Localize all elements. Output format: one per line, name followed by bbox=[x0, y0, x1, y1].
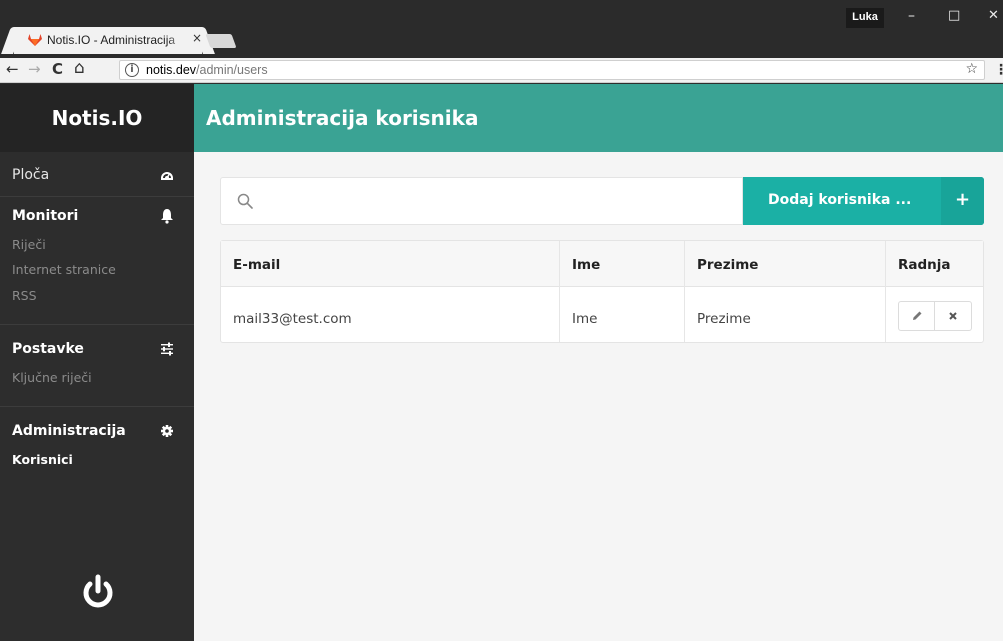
pencil-icon bbox=[913, 311, 922, 320]
sidebar-subitem-internet-stranice[interactable]: Internet stranice bbox=[12, 262, 116, 277]
sidebar-divider bbox=[0, 196, 194, 197]
main-content: Administracija korisnika Dodaj korisnika… bbox=[194, 84, 1003, 641]
info-icon[interactable]: i bbox=[125, 63, 139, 77]
sidebar-item-postavke[interactable]: Postavke bbox=[0, 338, 194, 362]
column-divider bbox=[885, 241, 886, 342]
url-host: notis.dev bbox=[146, 63, 197, 77]
minimize-icon[interactable]: – bbox=[908, 8, 915, 24]
address-bar[interactable]: i notis.dev/admin/users ☆ bbox=[119, 60, 985, 80]
browser-toolbar: ← → C ⌂ i notis.dev/admin/users ☆ bbox=[0, 58, 1003, 83]
row-actions bbox=[898, 301, 972, 331]
sidebar-item-label: Administracija bbox=[12, 423, 126, 439]
column-divider bbox=[684, 241, 685, 342]
bookmark-star-icon[interactable]: ☆ bbox=[965, 61, 978, 77]
column-header-email[interactable]: E-mail bbox=[233, 257, 280, 273]
sidebar-item-administracija[interactable]: Administracija bbox=[0, 420, 194, 444]
edit-button[interactable] bbox=[899, 302, 935, 330]
new-tab-button[interactable] bbox=[205, 34, 237, 48]
tab-close-icon[interactable]: × bbox=[192, 31, 202, 45]
search-box[interactable] bbox=[220, 177, 743, 225]
table-header: E-mail Ime Prezime Radnja bbox=[221, 241, 983, 287]
delete-button[interactable] bbox=[935, 302, 971, 330]
browser-menu-icon[interactable]: ⋮ bbox=[994, 62, 1003, 78]
sidebar-item-label: Monitori bbox=[12, 208, 79, 224]
page-title: Administracija korisnika bbox=[206, 106, 479, 130]
browser-tab[interactable]: Notis.IO - Administracija × bbox=[14, 27, 202, 54]
sidebar-item-monitori[interactable]: Monitori bbox=[0, 205, 194, 229]
sidebar-subitem-rijeci[interactable]: Riječi bbox=[12, 237, 46, 252]
column-header-prezime[interactable]: Prezime bbox=[697, 257, 758, 273]
users-table: E-mail Ime Prezime Radnja mail33@test.co… bbox=[220, 240, 984, 343]
close-window-icon[interactable]: ✕ bbox=[988, 8, 999, 23]
tab-title: Notis.IO - Administracija bbox=[47, 33, 187, 47]
brand-bar: Notis.IO bbox=[0, 84, 194, 152]
sidebar-subitem-korisnici[interactable]: Korisnici bbox=[12, 452, 73, 467]
brand-logo[interactable]: Notis.IO bbox=[0, 106, 194, 130]
sidebar-item-ploca[interactable]: Ploča bbox=[0, 164, 194, 188]
search-input[interactable] bbox=[265, 188, 735, 214]
url-text: notis.dev/admin/users bbox=[146, 63, 268, 77]
sidebar-subitem-rss[interactable]: RSS bbox=[12, 288, 37, 303]
dashboard-icon bbox=[161, 172, 173, 180]
gitlab-fox-icon bbox=[28, 34, 42, 46]
add-user-label: Dodaj korisnika ... bbox=[768, 192, 912, 208]
page-header: Administracija korisnika bbox=[194, 84, 1003, 152]
sliders-icon bbox=[161, 342, 173, 356]
sidebar-subitem-kljucne-rijeci[interactable]: Ključne riječi bbox=[12, 370, 92, 385]
plus-icon: + bbox=[955, 189, 971, 210]
bell-icon bbox=[161, 209, 173, 224]
sidebar-item-label: Postavke bbox=[12, 341, 84, 357]
add-plus-area[interactable]: + bbox=[941, 177, 984, 225]
profile-button[interactable]: Luka bbox=[846, 8, 884, 28]
maximize-icon[interactable]: □ bbox=[948, 8, 960, 23]
sidebar: Notis.IO Ploča Monitori Riječi Internet … bbox=[0, 84, 194, 641]
sidebar-divider bbox=[0, 406, 194, 407]
back-icon[interactable]: ← bbox=[6, 60, 19, 78]
url-path: /admin/users bbox=[196, 63, 268, 77]
forward-icon[interactable]: → bbox=[28, 60, 41, 78]
reload-icon[interactable]: C bbox=[52, 60, 63, 78]
home-icon[interactable]: ⌂ bbox=[74, 58, 85, 78]
column-divider bbox=[559, 241, 560, 342]
power-icon[interactable] bbox=[80, 574, 116, 612]
add-user-button[interactable]: Dodaj korisnika ... + bbox=[743, 177, 984, 225]
gear-icon bbox=[161, 425, 173, 437]
sidebar-divider bbox=[0, 324, 194, 325]
column-header-ime[interactable]: Ime bbox=[572, 257, 600, 273]
search-icon bbox=[237, 193, 253, 209]
column-header-radnja: Radnja bbox=[898, 257, 951, 273]
cell-prezime: Prezime bbox=[697, 311, 751, 327]
cell-ime: Ime bbox=[572, 311, 598, 327]
cell-email: mail33@test.com bbox=[233, 311, 352, 327]
close-icon bbox=[949, 312, 957, 320]
sidebar-item-label: Ploča bbox=[12, 167, 50, 183]
